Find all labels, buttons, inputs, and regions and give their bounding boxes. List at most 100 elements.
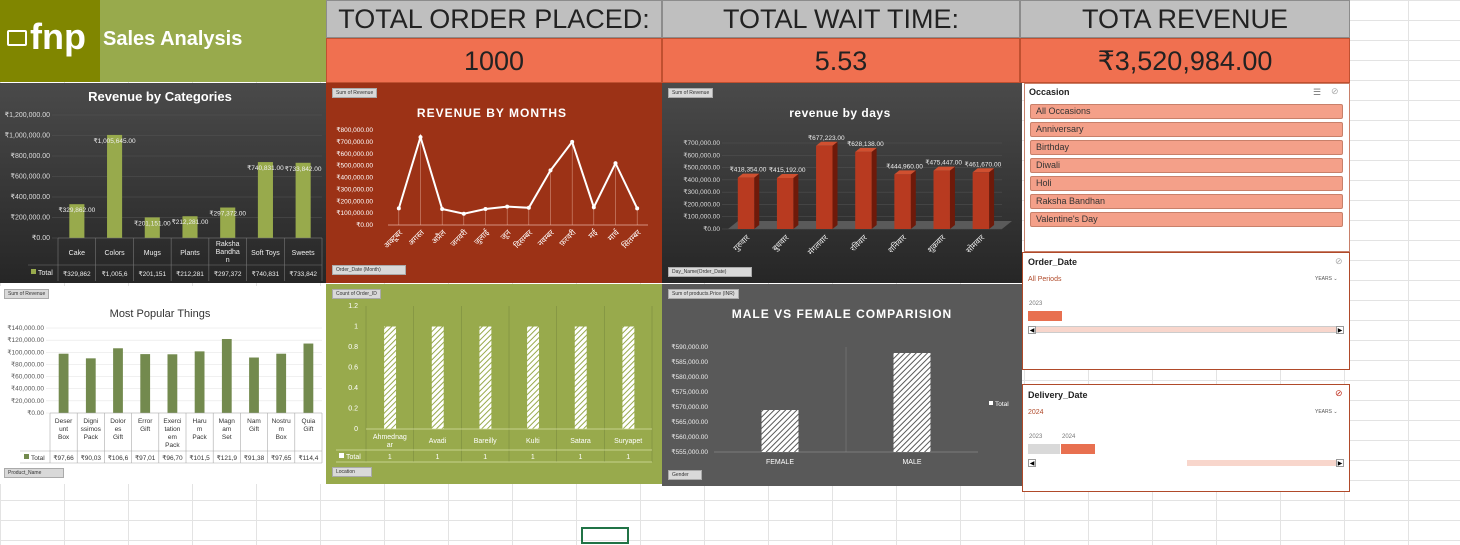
y-tick-label: 0.6 [348, 365, 358, 372]
scroll-right-icon[interactable]: ▶ [1336, 459, 1344, 467]
clear-filter-icon[interactable]: ⊘ [1331, 86, 1339, 97]
chart-title: REVENUE BY MONTHS [417, 106, 567, 120]
chart-orders-by-location[interactable]: 1.2 1 0.8 0.6 0.4 0.2 0 Ahmednag ar 1 Avadi 1 Bareil… [326, 284, 662, 484]
table-value: ₹97,66 [53, 454, 74, 462]
slicer-item-valentine-s-day[interactable]: Valentine's Day [1030, 212, 1343, 227]
axis-button-gender[interactable]: Gender [668, 470, 702, 480]
category-label: es [115, 426, 123, 433]
table-value: ₹90,03 [81, 454, 102, 462]
timeline-scrollbar[interactable] [1187, 460, 1342, 466]
data-point [461, 211, 466, 216]
slicer-occasion[interactable]: Occasion ☰ ⊘ All Occasions Anniversary Bir… [1024, 83, 1350, 252]
timeline-bar-2023[interactable] [1028, 311, 1062, 321]
x-tick-label: सितम्बर [620, 227, 643, 250]
legend-swatch [339, 453, 344, 458]
bar-product [249, 357, 259, 413]
slicer-occasion-title: Occasion [1029, 87, 1070, 97]
chart-revenue-by-days[interactable]: revenue by days ₹700,000.00 ₹600,000.00 ₹50… [662, 83, 1022, 283]
x-tick-label: शनिवार [886, 232, 909, 255]
timeline-scrollbar[interactable] [1028, 326, 1342, 333]
y-tick-label: ₹0.00 [32, 234, 50, 242]
category-label: Digni [83, 418, 98, 425]
bar-product [167, 354, 178, 413]
slicer-order-date[interactable]: Order_Date ⊘ All Periods YEARS ⌄ 2023 ◀ … [1022, 252, 1350, 370]
y-tick-label: ₹600,000.00 [11, 173, 51, 181]
field-button-sum-revenue[interactable]: Sum of Revenue [668, 88, 714, 98]
timeline-bar-2023[interactable] [1028, 444, 1060, 454]
slicer-item-diwali[interactable]: Diwali [1030, 158, 1343, 173]
y-tick-label: ₹400,000.00 [683, 176, 720, 184]
axis-button-location[interactable]: Location [332, 467, 372, 477]
chart-most-popular-things[interactable]: Most Popular Things ₹140,000.00 ₹120,000.0… [0, 286, 326, 484]
bar-soft-toys [257, 162, 273, 238]
category-label: Ahmednag [373, 434, 407, 441]
clear-filter-icon[interactable]: ⊘ [1335, 256, 1343, 267]
axis-button-day-name[interactable]: Day_Name(Order_Date) [668, 267, 752, 277]
clear-filter-icon[interactable]: ⊘ [1335, 388, 1343, 399]
logo-brand: fnp [30, 16, 86, 57]
category-label: Pack [192, 434, 207, 441]
category-label: Quia [302, 418, 316, 425]
bar-day [816, 145, 833, 229]
slicer-item-holi[interactable]: Holi [1030, 176, 1343, 191]
category-label: tation [164, 426, 180, 433]
slicer-item-all-occasions[interactable]: All Occasions [1030, 104, 1343, 119]
x-tick-label: नवम्बर [536, 228, 557, 249]
chart-revenue-by-categories[interactable]: Revenue by Categories ₹1,200,000.00 ₹1,000… [0, 83, 326, 283]
slicer-item-raksha-bandhan[interactable]: Raksha Bandhan [1030, 194, 1343, 209]
multi-select-icon[interactable]: ☰ [1313, 87, 1321, 98]
bar-side [754, 173, 760, 229]
time-level-selector[interactable]: YEARS ⌄ [1315, 276, 1338, 282]
category-label: Nostru [272, 418, 292, 425]
revenue-line [397, 133, 639, 215]
data-point [635, 206, 640, 211]
table-value: ₹97,65 [271, 454, 292, 462]
y-tick-label: ₹560,000.00 [671, 433, 708, 441]
scroll-left-icon[interactable]: ◀ [1028, 326, 1036, 334]
timeline-year-label: 2024 [1062, 434, 1076, 440]
timeline-bar-2024[interactable] [1061, 444, 1095, 454]
y-tick-label: 0.2 [348, 406, 358, 413]
field-button-sum-revenue[interactable]: Sum of Revenue [332, 88, 378, 98]
data-label: ₹677,223.00 [808, 134, 845, 142]
x-tick-label: MALE [902, 459, 921, 466]
category-label: ssimos [81, 426, 102, 433]
y-tick-label: 1.2 [348, 303, 358, 310]
field-button-sum-revenue[interactable]: Sum of Revenue [4, 289, 50, 299]
category-label: Box [58, 434, 70, 441]
data-label: ₹418,354.00 [730, 166, 767, 174]
bar-location [431, 326, 444, 429]
legend-swatch [24, 454, 29, 459]
y-tick-label: ₹400,000.00 [11, 193, 51, 201]
category-label: Cake [69, 250, 85, 257]
field-button-count-order[interactable]: Count of Order_ID [332, 289, 381, 299]
scroll-left-icon[interactable]: ◀ [1028, 459, 1036, 467]
data-point [591, 205, 596, 210]
selected-cell[interactable] [581, 527, 629, 544]
slicer-delivery-date[interactable]: Delivery_Date ⊘ 2024 YEARS ⌄ 2023 2024 ◀… [1022, 384, 1350, 492]
y-tick-label: 0.4 [348, 385, 358, 392]
axis-button-product-name[interactable]: Product_Name [4, 468, 64, 478]
table-value: ₹101,5 [189, 454, 210, 462]
bar-colors [107, 134, 123, 238]
slicer-item-anniversary[interactable]: Anniversary [1030, 122, 1343, 137]
slicer-item-birthday[interactable]: Birthday [1030, 140, 1343, 155]
table-value: 1 [579, 454, 583, 461]
bar-product [221, 338, 232, 413]
axis-button-order-date[interactable]: Order_Date (Month) [332, 265, 406, 275]
chart-male-vs-female[interactable]: MALE VS FEMALE COMPARISION ₹590,000.00 ₹58… [662, 284, 1022, 486]
y-tick-label: ₹60,000.00 [11, 373, 44, 381]
field-button-sum-price[interactable]: Sum of products.Price (INR) [668, 289, 739, 299]
y-tick-label: ₹585,000.00 [671, 358, 708, 366]
table-value: ₹114,4 [298, 454, 318, 462]
period-label: 2024 [1028, 409, 1044, 416]
slicer-delivery-date-title: Delivery_Date [1028, 390, 1088, 400]
bar-side [793, 173, 799, 229]
time-level-selector[interactable]: YEARS ⌄ [1315, 409, 1338, 415]
x-tick-label: मंगलवार [806, 233, 830, 257]
bar-product [113, 348, 123, 413]
x-tick-label: अप्रैल [429, 227, 448, 246]
scroll-right-icon[interactable]: ▶ [1336, 326, 1344, 334]
logo-title: Sales Analysis [103, 28, 243, 50]
chart-revenue-by-months[interactable]: REVENUE BY MONTHS ₹800,000.00 ₹700,000.00 ₹… [326, 83, 662, 283]
